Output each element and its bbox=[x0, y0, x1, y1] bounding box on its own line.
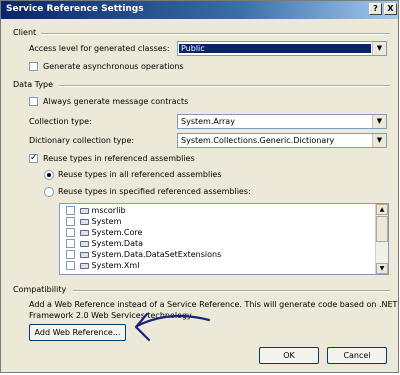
data-type-section-label: Data Type bbox=[13, 80, 54, 89]
data-type-divider bbox=[59, 85, 390, 87]
assembly-checkbox[interactable] bbox=[66, 250, 75, 259]
assembly-checkbox[interactable] bbox=[66, 206, 75, 215]
client-section-label: Client bbox=[13, 28, 37, 37]
assembly-name: System.Data bbox=[91, 239, 144, 248]
assembly-checkbox[interactable] bbox=[66, 261, 75, 270]
reuse-types-checkbox[interactable] bbox=[29, 153, 38, 163]
compatibility-section-label: Compatibility bbox=[13, 285, 67, 294]
list-item[interactable]: System.Xml bbox=[66, 261, 139, 273]
async-operations-label: Generate asynchronous operations bbox=[43, 62, 184, 71]
scroll-up-icon[interactable]: ▲ bbox=[376, 204, 388, 215]
assembly-checkbox[interactable] bbox=[66, 228, 75, 237]
collection-type-label: Collection type: bbox=[29, 117, 92, 126]
assembly-name: System.Xml bbox=[91, 261, 140, 270]
compatibility-description-line1: Add a Web Reference instead of a Service… bbox=[29, 300, 398, 309]
collection-type-select[interactable]: System.Array ▼ bbox=[177, 114, 387, 129]
assembly-reference-icon bbox=[80, 240, 89, 247]
cancel-button[interactable]: Cancel bbox=[327, 347, 387, 364]
collection-type-value: System.Array bbox=[181, 117, 235, 126]
listbox-scrollbar[interactable]: ▲ ▼ bbox=[375, 204, 388, 274]
assembly-reference-icon bbox=[80, 262, 89, 269]
assemblies-listbox[interactable]: mscorlib System System.Core System.Data … bbox=[59, 203, 389, 275]
assembly-name: System bbox=[91, 217, 122, 226]
reuse-specified-label: Reuse types in specified referenced asse… bbox=[58, 187, 251, 196]
title-bar[interactable]: Service Reference Settings ? X bbox=[1, 1, 398, 19]
annotation-arrow-icon bbox=[134, 312, 211, 342]
assembly-name: mscorlib bbox=[91, 206, 126, 215]
add-web-reference-button[interactable]: Add Web Reference... bbox=[29, 324, 126, 341]
assembly-checkbox[interactable] bbox=[66, 217, 75, 226]
assembly-reference-icon bbox=[80, 229, 89, 236]
close-button[interactable]: X bbox=[384, 3, 397, 15]
reuse-types-label: Reuse types in referenced assemblies bbox=[43, 154, 195, 163]
access-level-label: Access level for generated classes: bbox=[29, 44, 170, 53]
dictionary-type-value: System.Collections.Generic.Dictionary bbox=[181, 136, 335, 145]
assembly-reference-icon bbox=[80, 251, 89, 258]
message-contracts-checkbox[interactable] bbox=[29, 97, 38, 106]
assembly-reference-icon bbox=[80, 218, 89, 225]
window-title: Service Reference Settings bbox=[6, 4, 144, 14]
message-contracts-label: Always generate message contracts bbox=[43, 97, 189, 106]
service-reference-settings-dialog: Service Reference Settings ? X Client Ac… bbox=[0, 0, 399, 373]
scroll-down-icon[interactable]: ▼ bbox=[376, 263, 388, 274]
chevron-down-icon[interactable]: ▼ bbox=[372, 134, 386, 147]
reuse-all-radio[interactable] bbox=[44, 170, 54, 180]
assembly-checkbox[interactable] bbox=[66, 239, 75, 248]
scroll-thumb[interactable] bbox=[376, 216, 388, 242]
async-operations-checkbox[interactable] bbox=[29, 62, 38, 71]
dictionary-type-select[interactable]: System.Collections.Generic.Dictionary ▼ bbox=[177, 133, 387, 148]
compatibility-divider bbox=[73, 290, 390, 292]
assembly-reference-icon bbox=[80, 207, 89, 214]
ok-button[interactable]: OK bbox=[259, 347, 319, 364]
reuse-all-label: Reuse types in all referenced assemblies bbox=[58, 170, 222, 179]
help-button[interactable]: ? bbox=[369, 3, 382, 15]
assembly-name: System.Core bbox=[91, 228, 143, 237]
access-level-select[interactable]: Public ▼ bbox=[177, 41, 387, 56]
access-level-value: Public bbox=[179, 44, 371, 53]
dictionary-type-label: Dictionary collection type: bbox=[29, 136, 135, 145]
assembly-name: System.Data.DataSetExtensions bbox=[91, 250, 222, 259]
client-divider bbox=[41, 33, 390, 35]
chevron-down-icon[interactable]: ▼ bbox=[372, 42, 386, 55]
chevron-down-icon[interactable]: ▼ bbox=[372, 115, 386, 128]
reuse-specified-radio[interactable] bbox=[44, 187, 54, 197]
